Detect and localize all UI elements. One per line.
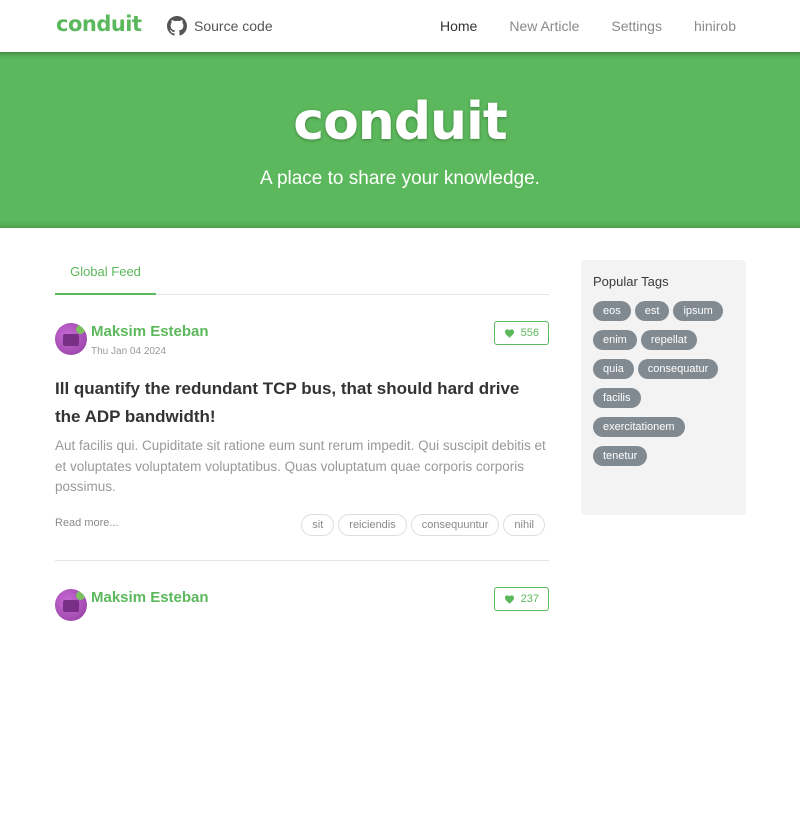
tag-pill[interactable]: eos [593, 301, 631, 321]
nav-home[interactable]: Home [440, 18, 477, 34]
author-name[interactable]: Maksim Esteban [91, 589, 209, 606]
article-feed: Global Feed Maksim Esteban Thu Jan 04 20… [55, 228, 549, 827]
avatar[interactable] [55, 589, 87, 621]
favorite-count: 237 [520, 593, 539, 605]
tag-pill[interactable]: repellat [640, 330, 697, 350]
nav-profile[interactable]: hinirob [694, 18, 736, 34]
tag-pill[interactable]: exercitationem [593, 417, 685, 437]
tag-pill[interactable]: enim [593, 330, 637, 350]
source-code-link[interactable]: Source code [167, 16, 273, 36]
feed-tabs: Global Feed [55, 228, 549, 295]
hero-banner: conduit A place to share your knowledge. [0, 52, 800, 228]
banner-title: conduit [293, 92, 508, 152]
tag-pill[interactable]: est [634, 301, 670, 321]
source-code-label: Source code [194, 18, 273, 34]
article-date: Thu Jan 04 2024 [91, 346, 167, 357]
github-icon [167, 16, 187, 36]
article-description: Aut facilis qui. Cupiditate sit ratione … [55, 438, 546, 494]
nav-links: Home New Article Settings hinirob [440, 18, 736, 34]
nav-settings[interactable]: Settings [611, 18, 662, 34]
tag-pill[interactable]: quia [593, 359, 634, 379]
article-tag[interactable]: reiciendis [338, 514, 407, 536]
article-title[interactable]: Ill quantify the redundant TCP bus, that… [55, 375, 549, 431]
author-name[interactable]: Maksim Esteban [91, 323, 209, 340]
avatar[interactable] [55, 323, 87, 355]
article-tag[interactable]: consequuntur [410, 514, 500, 536]
article-tag-list: sit reiciendis consequuntur nihil [301, 514, 545, 536]
article-tag[interactable]: sit [301, 514, 335, 536]
banner-subtitle: A place to share your knowledge. [260, 168, 540, 189]
heart-icon [504, 595, 514, 604]
sidebar-title: Popular Tags [593, 274, 669, 289]
popular-tags-sidebar: Popular Tags eos est ipsum enim repellat… [581, 260, 746, 515]
tag-pill[interactable]: ipsum [673, 301, 723, 321]
tag-pill[interactable]: tenetur [593, 446, 648, 466]
favorite-count: 556 [520, 327, 539, 339]
favorite-button[interactable]: 237 [493, 587, 549, 611]
favorite-button[interactable]: 556 [493, 321, 549, 345]
brand-logo[interactable]: conduit [56, 12, 142, 36]
article-preview: Maksim Esteban Thu Jan 04 2024 556 Ill q… [55, 295, 549, 561]
heart-icon [504, 329, 514, 338]
read-more-link[interactable]: Read more... [55, 517, 119, 529]
tag-pill[interactable]: facilis [593, 388, 641, 408]
nav-new-article[interactable]: New Article [509, 18, 579, 34]
navbar: conduit Source code Home New Article Set… [0, 0, 800, 52]
article-tag[interactable]: nihil [503, 514, 545, 536]
article-preview: Maksim Esteban 237 [55, 561, 549, 827]
tag-pill[interactable]: consequatur [637, 359, 719, 379]
tag-cloud: eos est ipsum enim repellat quia consequ… [593, 301, 734, 466]
tab-global-feed[interactable]: Global Feed [55, 264, 156, 295]
